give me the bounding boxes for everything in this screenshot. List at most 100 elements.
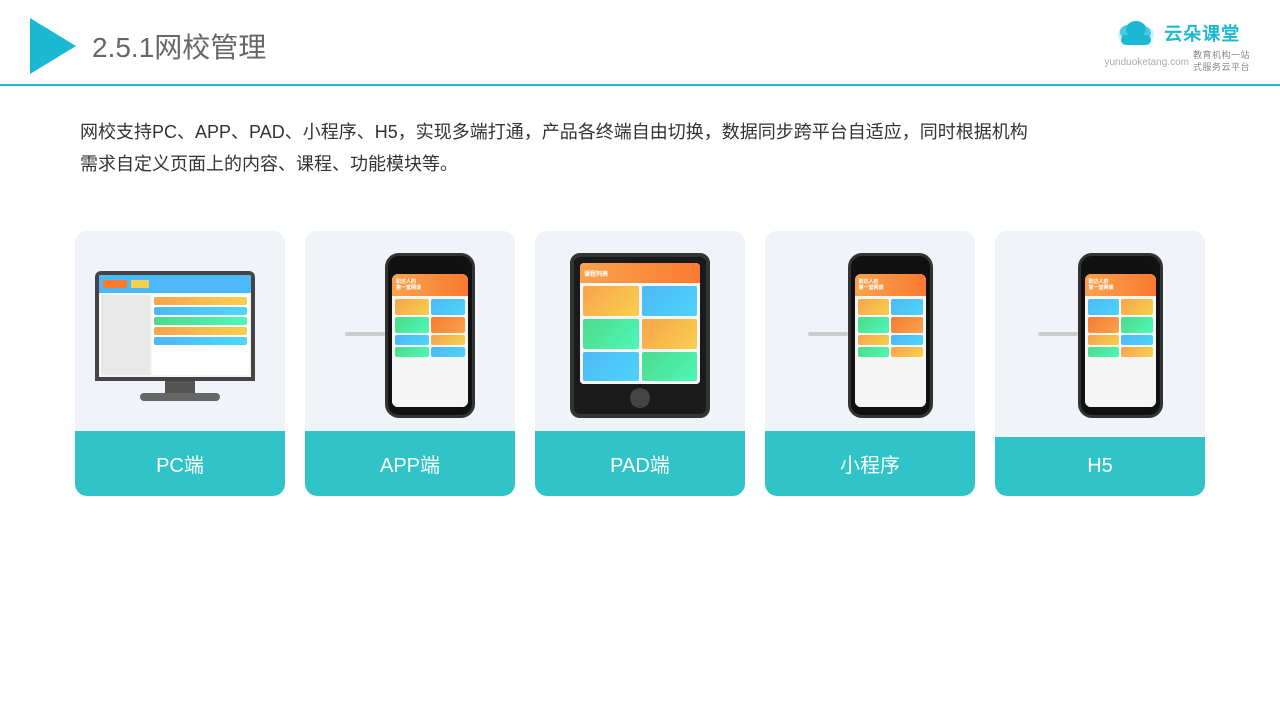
pc-screen-body [99,293,251,377]
mini-block-6 [891,335,923,345]
h5-row-3 [1088,335,1153,345]
mini-row-3 [858,335,923,345]
pad-screen-body [580,283,700,384]
pad-block-4 [642,319,698,349]
pc-block-5 [154,337,247,345]
app-block-4 [431,317,465,333]
tablet-home-button [630,388,650,408]
brand-icon-area: 云朵课堂 [1114,18,1240,48]
pc-screen-top [99,275,251,293]
brand-url: yunduoketang.com [1104,57,1189,68]
pad-block-6 [642,352,698,382]
mini-block-2 [891,299,923,315]
app-row-3 [395,335,465,345]
pad-image-area: 课程列表 [535,231,745,431]
pad-tablet-screen: 课程列表 [580,263,700,384]
page-header: 2.5.1网校管理 云朵课堂 yunduoketang.com 教育机构 [0,0,1280,86]
pad-label: PAD端 [535,431,745,496]
h5-screen-header: 职达人的第一堂网课 [1085,274,1156,296]
app-phone-screen: 职达人的第一堂网课 [392,274,468,407]
h5-row-2 [1088,317,1153,333]
pad-card: 课程列表 PAD端 [535,231,745,496]
app-block-5 [395,335,429,345]
app-row-1 [395,299,465,315]
title-zh: 网校管理 [154,32,266,63]
h5-header-text: 职达人的第一堂网课 [1089,279,1114,291]
mini-row-4 [858,347,923,357]
app-screen-header: 职达人的第一堂网课 [392,274,468,296]
cloud-icon [1114,18,1158,48]
h5-block-7 [1088,347,1120,357]
app-image-area: 职达人的第一堂网课 [305,231,515,431]
h5-block-4 [1121,317,1153,333]
mini-block-3 [858,317,890,333]
play-icon [30,18,76,74]
mini-block-5 [858,335,890,345]
miniprogram-label: 小程序 [765,431,975,496]
h5-card: 职达人的第一堂网课 [995,231,1205,496]
header-left: 2.5.1网校管理 [30,18,266,74]
mini-phone-screen: 职达人的第一堂网课 [855,274,926,407]
pc-screen [99,275,251,377]
h5-image-area: 职达人的第一堂网课 [995,231,1205,431]
pc-mockup [95,271,265,401]
miniprogram-card: 职达人的第一堂网课 [765,231,975,496]
card-top-line-mini [808,332,848,336]
pc-block-1 [154,297,247,305]
pad-block-5 [583,352,639,382]
mini-row-2 [858,317,923,333]
mini-header-text: 职达人的第一堂网课 [859,279,884,291]
app-phone-mockup: 职达人的第一堂网课 [385,253,475,418]
pad-block-2 [642,286,698,316]
description-block: 网校支持PC、APP、PAD、小程序、H5，实现多端打通，产品各终端自由切换，数… [0,86,1280,191]
app-row-2 [395,317,465,333]
page-title: 2.5.1网校管理 [92,26,266,66]
h5-block-6 [1121,335,1153,345]
brand-tagline: yunduoketang.com 教育机构一站 式服务云平台 [1104,50,1250,73]
device-cards: PC端 职达人的第一堂网课 [0,201,1280,516]
mini-block-1 [858,299,890,315]
app-block-3 [395,317,429,333]
pc-content [152,295,249,375]
h5-block-5 [1088,335,1120,345]
pc-base [140,393,220,401]
app-screen-body [392,296,468,407]
h5-block-2 [1121,299,1153,315]
card-top-line-h5 [1038,332,1078,336]
brand-logo: 云朵课堂 yunduoketang.com 教育机构一站 式服务云平台 [1104,18,1250,73]
mini-block-8 [891,347,923,357]
app-header-text: 职达人的第一堂网课 [396,279,421,291]
app-block-1 [395,299,429,315]
h5-row-1 [1088,299,1153,315]
h5-phone-screen: 职达人的第一堂网课 [1085,274,1156,407]
description-line2: 需求自定义页面上的内容、课程、功能模块等。 [80,148,1200,180]
pc-monitor [95,271,255,381]
mini-block-7 [858,347,890,357]
pad-block-3 [583,319,639,349]
pc-sidebar [101,295,150,375]
h5-phone-mockup: 职达人的第一堂网课 [1078,253,1163,418]
miniprogram-image-area: 职达人的第一堂网课 [765,231,975,431]
h5-block-3 [1088,317,1120,333]
h5-block-1 [1088,299,1120,315]
app-block-8 [431,347,465,357]
phone-notch-h5 [1105,264,1135,270]
pc-block-2 [154,307,247,315]
pad-screen-header: 课程列表 [580,263,700,283]
brand-tagline-1: 教育机构一站 式服务云平台 [1193,50,1250,73]
brand-name: 云朵课堂 [1164,20,1240,46]
app-block-7 [395,347,429,357]
card-top-line-app [345,332,385,336]
h5-label: H5 [995,437,1205,496]
pc-neck [165,381,195,393]
mini-row-1 [858,299,923,315]
phone-notch-app [415,264,445,270]
mini-phone-mockup: 职达人的第一堂网课 [848,253,933,418]
mini-screen-header: 职达人的第一堂网课 [855,274,926,296]
app-row-4 [395,347,465,357]
app-card: 职达人的第一堂网课 [305,231,515,496]
pc-image-area [75,231,285,431]
pad-block-1 [583,286,639,316]
app-block-2 [431,299,465,315]
pc-label: PC端 [75,431,285,496]
